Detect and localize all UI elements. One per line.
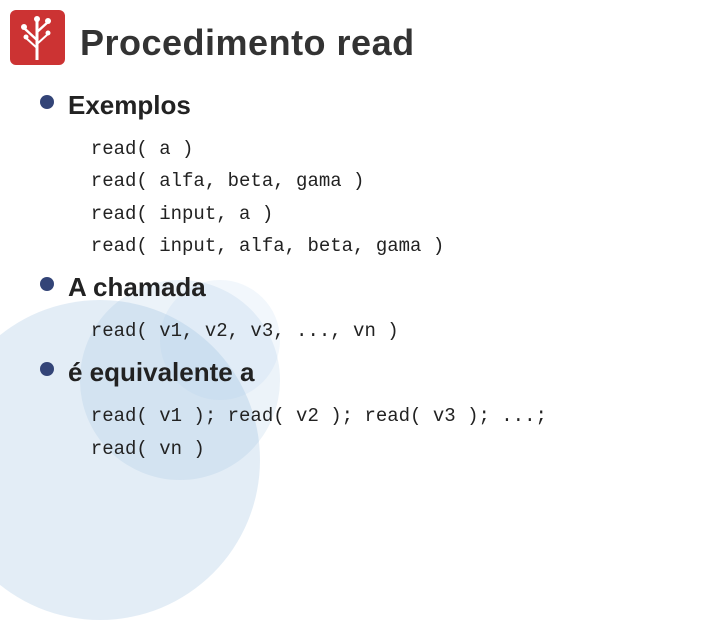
code-line-3: read( v1 ); read( v2 ); read( v3 ); ...;… bbox=[68, 400, 700, 465]
bullet-dot-equivalente bbox=[40, 362, 54, 376]
page-title: Procedimento read bbox=[80, 22, 415, 64]
code-equivalente: read( v1 ); read( v2 ); read( v3 ); ...;… bbox=[68, 400, 700, 465]
section-equivalente: é equivalente a read( v1 ); read( v2 ); … bbox=[40, 357, 700, 465]
logo-icon bbox=[10, 10, 65, 65]
bullet-dot-chamada bbox=[40, 277, 54, 291]
label-chamada: A chamada bbox=[68, 272, 206, 303]
label-equivalente: é equivalente a bbox=[68, 357, 254, 388]
code-line-2: read( v1, v2, v3, ..., vn ) bbox=[68, 315, 700, 347]
code-exemplos: read( a ) read( alfa, beta, gama ) read(… bbox=[68, 133, 700, 262]
code-line-1: read( a ) read( alfa, beta, gama ) read(… bbox=[68, 133, 700, 262]
logo bbox=[10, 10, 70, 70]
bullet-chamada: A chamada bbox=[40, 272, 700, 307]
section-exemplos: Exemplos read( a ) read( alfa, beta, gam… bbox=[40, 90, 700, 262]
bullet-equivalente: é equivalente a bbox=[40, 357, 700, 392]
label-exemplos: Exemplos bbox=[68, 90, 191, 121]
bullet-exemplos: Exemplos bbox=[40, 90, 700, 125]
content-area: Exemplos read( a ) read( alfa, beta, gam… bbox=[40, 90, 700, 475]
code-chamada: read( v1, v2, v3, ..., vn ) bbox=[68, 315, 700, 347]
bullet-dot-exemplos bbox=[40, 95, 54, 109]
section-chamada: A chamada read( v1, v2, v3, ..., vn ) bbox=[40, 272, 700, 347]
